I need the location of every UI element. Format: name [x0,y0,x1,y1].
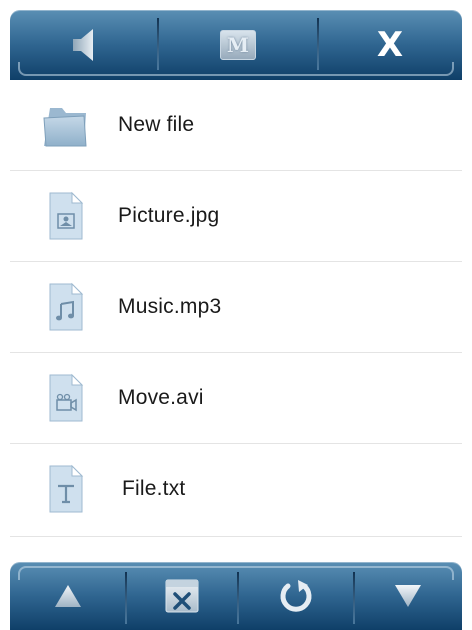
close-button[interactable]: X [318,10,462,80]
list-item[interactable]: Music.mp3 [10,262,462,353]
list-item[interactable]: File.txt [10,444,462,537]
file-name: File.txt [122,477,186,500]
close-icon: X [376,25,404,65]
list-item[interactable]: Move.avi [10,353,462,444]
list-item[interactable]: Picture.jpg [10,171,462,262]
file-name: Music.mp3 [118,295,222,318]
scroll-up-button[interactable] [10,562,126,630]
top-toolbar: M X [10,10,462,80]
speaker-button[interactable] [10,10,158,80]
file-name: Move.avi [118,386,204,409]
file-name: Picture.jpg [118,204,220,227]
bottom-toolbar [10,562,462,630]
file-list: New file Picture.jpg Music.mp3 Move.avi … [10,80,462,537]
m-button[interactable]: M [158,10,318,80]
file-name: New file [118,113,195,136]
image-file-icon [49,191,84,240]
down-arrow-icon [395,585,421,607]
list-item[interactable]: New file [10,80,462,171]
folder-icon [43,108,87,147]
scroll-down-button[interactable] [354,562,462,630]
music-file-icon [49,282,84,331]
up-arrow-icon [55,585,81,607]
video-file-icon [49,373,84,422]
text-file-icon [49,464,84,513]
delete-button[interactable] [126,562,238,630]
m-icon: M [220,30,256,60]
speaker-icon [73,29,93,61]
refresh-icon [280,580,312,612]
refresh-button[interactable] [238,562,354,630]
delete-file-icon [165,579,199,613]
